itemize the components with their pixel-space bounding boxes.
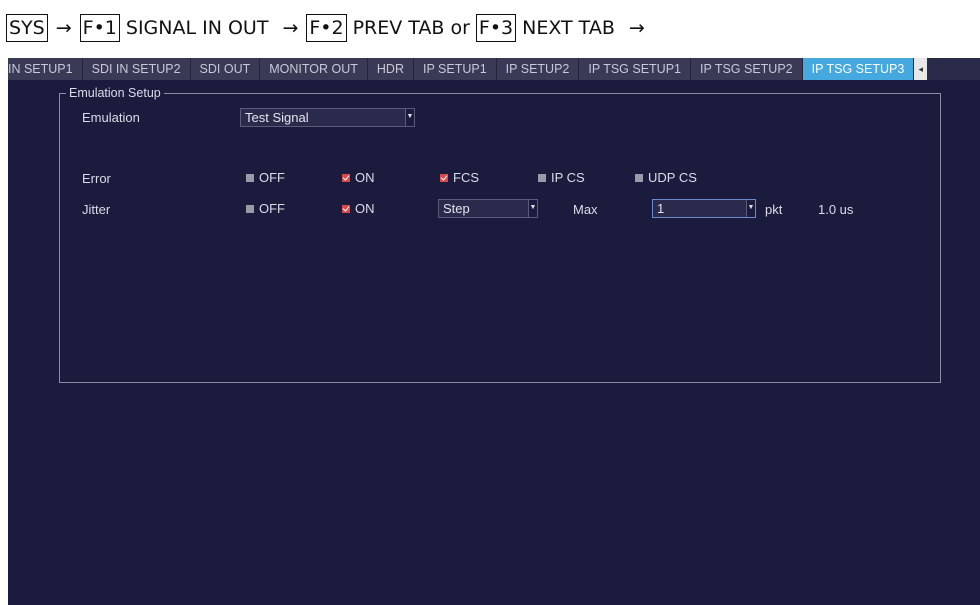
f2-key: F•2	[306, 14, 347, 42]
tab-label: IP TSG SETUP1	[588, 62, 681, 76]
tab-label: SDI IN SETUP2	[91, 62, 181, 76]
tab-sdi-out[interactable]: SDI OUT	[190, 58, 261, 80]
tab-ip-setup2[interactable]: IP SETUP2	[496, 58, 580, 80]
emulation-setup-group	[59, 93, 941, 383]
tab-ip-setup1[interactable]: IP SETUP1	[413, 58, 497, 80]
tab-label: IP TSG SETUP3	[811, 62, 905, 76]
checkbox-icon	[246, 204, 254, 213]
dropdown-arrow-icon: ▼	[405, 109, 414, 126]
error-udpcs-option[interactable]: UDP CS	[635, 170, 697, 185]
jitter-label: Jitter	[82, 202, 111, 217]
checkbox-icon	[538, 173, 546, 182]
tab-label: IP SETUP1	[422, 62, 487, 76]
arrow-icon: →	[628, 17, 645, 39]
option-label: ON	[355, 201, 375, 216]
tab-hdr[interactable]: HDR	[367, 58, 414, 80]
jitter-time-value: 1.0 us	[818, 202, 854, 217]
tab-label: MONITOR OUT	[269, 62, 358, 76]
tab-label: HDR	[376, 62, 404, 76]
checkbox-checked-icon	[342, 173, 350, 182]
jitter-on-option[interactable]: ON	[342, 201, 375, 216]
checkbox-checked-icon	[342, 204, 350, 213]
arrow-icon: →	[282, 17, 299, 39]
navigation-path: SYS → F•1 SIGNAL IN OUT → F•2 PREV TAB o…	[0, 0, 980, 56]
group-title: Emulation Setup	[66, 86, 164, 100]
option-label: IP CS	[551, 170, 585, 185]
tab-ip-tsg-setup2[interactable]: IP TSG SETUP2	[691, 58, 803, 80]
emulation-label: Emulation	[82, 110, 140, 125]
jitter-max-select[interactable]: 1 ▼	[652, 199, 756, 218]
tab-bar: IN SETUP1 SDI IN SETUP2 SDI OUT MONITOR …	[8, 58, 980, 80]
jitter-max-value: 1	[657, 201, 665, 216]
max-label: Max	[573, 202, 598, 217]
tab-sdi-in-setup2[interactable]: SDI IN SETUP2	[82, 58, 191, 80]
jitter-off-option[interactable]: OFF	[246, 201, 285, 216]
emulation-select[interactable]: Test Signal ▼	[240, 108, 415, 127]
jitter-mode-select[interactable]: Step ▼	[438, 199, 538, 218]
error-fcs-option[interactable]: FCS	[440, 170, 479, 185]
option-label: OFF	[259, 170, 285, 185]
tab-in-setup1[interactable]: IN SETUP1	[8, 58, 83, 80]
arrow-icon: →	[55, 17, 72, 39]
dropdown-arrow-icon: ▼	[746, 200, 755, 217]
checkbox-icon	[246, 173, 254, 182]
f2-label: PREV TAB	[352, 17, 445, 39]
error-ipcs-option[interactable]: IP CS	[538, 170, 585, 185]
or-text: or	[450, 17, 470, 39]
sys-key: SYS	[6, 14, 48, 42]
tab-label: IP SETUP2	[505, 62, 570, 76]
f3-key: F•3	[475, 14, 517, 42]
dropdown-arrow-icon: ▼	[528, 200, 537, 217]
tab-ip-tsg-setup3[interactable]: IP TSG SETUP3	[802, 58, 915, 80]
tab-ip-tsg-setup1[interactable]: IP TSG SETUP1	[579, 58, 691, 80]
f1-label: SIGNAL IN OUT	[125, 17, 269, 39]
tab-label: IP TSG SETUP2	[700, 62, 793, 76]
option-label: FCS	[453, 170, 479, 185]
chevron-left-icon[interactable]: ◂	[914, 58, 928, 80]
tab-label: IN SETUP1	[8, 62, 73, 76]
device-screen: IN SETUP1 SDI IN SETUP2 SDI OUT MONITOR …	[8, 58, 980, 605]
error-off-option[interactable]: OFF	[246, 170, 285, 185]
checkbox-icon	[635, 173, 643, 182]
jitter-mode-value: Step	[443, 201, 470, 216]
option-label: OFF	[259, 201, 285, 216]
option-label: ON	[355, 170, 375, 185]
tab-monitor-out[interactable]: MONITOR OUT	[260, 58, 368, 80]
unit-label: pkt	[765, 202, 783, 217]
checkbox-checked-icon	[440, 173, 448, 182]
f3-label: NEXT TAB	[522, 17, 615, 39]
emulation-value: Test Signal	[245, 110, 309, 125]
f1-key: F•1	[79, 14, 120, 42]
tab-label: SDI OUT	[199, 62, 251, 76]
error-label: Error	[82, 171, 111, 186]
error-on-option[interactable]: ON	[342, 170, 375, 185]
option-label: UDP CS	[648, 170, 697, 185]
